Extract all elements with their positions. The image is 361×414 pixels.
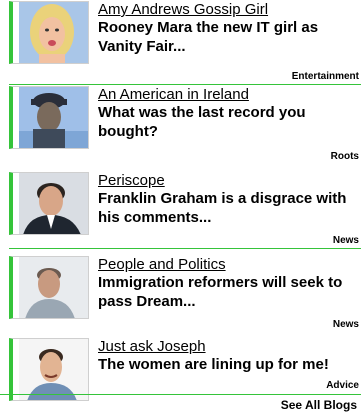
- avatar-photo-icon: [19, 2, 88, 63]
- avatar-photo-icon: [19, 257, 88, 318]
- blog-avatar[interactable]: [9, 172, 89, 235]
- blog-avatar[interactable]: [9, 338, 89, 401]
- blog-name-link[interactable]: Amy Andrews Gossip Girl: [98, 1, 268, 18]
- blog-category-link[interactable]: News: [333, 319, 359, 331]
- blog-entry: An American in Ireland What was the last…: [0, 86, 361, 166]
- blog-entry: People and Politics Immigration reformer…: [0, 256, 361, 336]
- blog-headline-link[interactable]: The women are lining up for me!: [98, 355, 356, 374]
- blog-name-link[interactable]: Just ask Joseph: [98, 338, 206, 355]
- avatar-photo-icon: [19, 173, 88, 234]
- entry-divider: [9, 248, 361, 249]
- blog-headline-link[interactable]: Rooney Mara the new IT girl as Vanity Fa…: [98, 18, 356, 56]
- blog-name-link[interactable]: Periscope: [98, 172, 165, 189]
- blog-headline-link[interactable]: Immigration reformers will seek to pass …: [98, 273, 356, 311]
- blog-category-link[interactable]: News: [333, 235, 359, 247]
- blog-avatar[interactable]: [9, 256, 89, 319]
- blog-name-link[interactable]: An American in Ireland: [98, 86, 249, 103]
- blog-headline-link[interactable]: What was the last record you bought?: [98, 103, 356, 141]
- avatar-photo-icon: [19, 87, 88, 148]
- blog-entry: Just ask Joseph The women are lining up …: [0, 338, 361, 401]
- blog-avatar[interactable]: [9, 86, 89, 149]
- blog-entry: Periscope Franklin Graham is a disgrace …: [0, 172, 361, 252]
- entry-divider: [0, 394, 361, 395]
- blog-entry: Amy Andrews Gossip Girl Rooney Mara the …: [0, 1, 361, 85]
- blog-category-link[interactable]: Advice: [326, 380, 359, 392]
- blog-headline-link[interactable]: Franklin Graham is a disgrace with his c…: [98, 189, 356, 227]
- see-all-blogs-link[interactable]: See All Blogs: [281, 398, 357, 412]
- blog-category-link[interactable]: Entertainment: [292, 71, 359, 83]
- entry-divider: [9, 84, 361, 85]
- avatar-photo-icon: [19, 339, 88, 400]
- blog-avatar[interactable]: [9, 1, 89, 64]
- blog-name-link[interactable]: People and Politics: [98, 256, 226, 273]
- blog-category-link[interactable]: Roots: [331, 151, 359, 163]
